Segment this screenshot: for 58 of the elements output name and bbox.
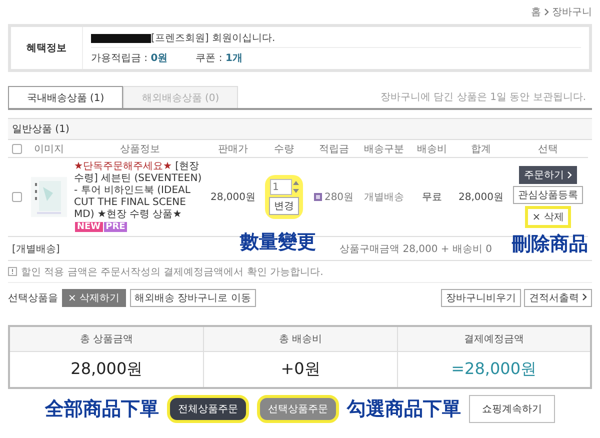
total-cell: 28,000원 [454, 158, 508, 237]
shipping-type-cell: 개별배송 [358, 158, 410, 237]
benefit-label: 혜택정보 [11, 27, 83, 69]
quantity-field[interactable]: 1 [270, 179, 292, 195]
chevron-icon [544, 8, 549, 16]
summary-value: =28,000원 [396, 352, 590, 387]
points-icon [314, 193, 322, 201]
column-header: 배송구분 [358, 140, 410, 158]
product-badge: PRE [104, 222, 128, 232]
summary-value: +0원 [203, 352, 397, 387]
selected-label: 선택상품을 [8, 292, 58, 305]
coupon-info: 쿠폰 : 1개 [196, 52, 242, 65]
info-icon [8, 267, 17, 276]
empty-cart-button[interactable]: 장바구니비우기 [440, 289, 521, 307]
column-header: 적립금 [310, 140, 358, 158]
column-header: 이미지 [26, 140, 72, 158]
column-header: 수량 [258, 140, 310, 158]
delete-button[interactable]: × 삭제 [525, 206, 571, 228]
order-action-button[interactable]: 쇼핑계속하기 [469, 395, 555, 423]
chevron-icon [582, 293, 587, 301]
notice-text: 할인 적용 금액은 주문서작성의 결제예정금액에서 확인 가능합니다. [21, 266, 324, 278]
column-header: 합계 [454, 140, 508, 158]
summary-header: 총 상품금액 [10, 327, 204, 352]
redaction-bar [91, 34, 151, 43]
chevron-icon [567, 171, 572, 179]
column-header: 배송비 [410, 140, 454, 158]
group-label: [개별배송] [12, 242, 60, 256]
breadcrumb-link[interactable]: 홈 [531, 5, 541, 19]
shipping-tab[interactable]: 국내배송상품 (1) [8, 86, 123, 108]
column-header: 판매가 [208, 140, 258, 158]
product-badge: NEW [75, 222, 103, 232]
group-sum: 상품구매금액 28,000 + 배송비 0 [340, 242, 492, 256]
summary-header: 총 배송비 [203, 327, 397, 352]
section-title: 일반상품 (1) [8, 118, 592, 140]
storage-note: 장바구니에 담긴 상품은 1일 동안 보관됩니다. [380, 91, 587, 104]
annotation-text: 全部商品下單 [45, 397, 159, 422]
order-action-button[interactable]: 선택상품주문 [257, 395, 339, 423]
wishlist-button[interactable]: 관심상품등록 [513, 186, 583, 204]
product-name[interactable]: ★단독주문해주세요★ [현장수령] 세븐틴 (SEVENTEEN) - 투어 비하인드북 (IDEAL CUT THE FINAL SCENE MD) ★현장 수령 상품★ NEW PRE [72, 158, 208, 237]
points-cell-text: 280원 [324, 191, 354, 204]
select-all-checkbox[interactable] [12, 144, 22, 154]
breadcrumb-current: 장바구니 [552, 6, 592, 19]
row-checkbox[interactable] [12, 192, 22, 202]
delete-selected-button[interactable]: × 삭제하기 [62, 289, 126, 307]
annotation-text: 刪除商品 [512, 232, 588, 257]
annotation-text: 勾選商品下單 [347, 397, 461, 422]
change-button[interactable]: 변경 [269, 197, 299, 215]
column-header: 선택 [508, 140, 588, 158]
shipping-fee-cell: 무료 [410, 158, 454, 237]
summary-header: 결제예정금액 [396, 327, 590, 352]
member-text: [프렌즈회원] 회원이십니다. [151, 32, 276, 46]
order-button[interactable]: 주문하기 [519, 166, 577, 184]
summary-value: 28,000원 [70, 358, 144, 380]
points-info: 가용적립금 : 0원 [91, 52, 168, 65]
order-action-button[interactable]: 전체상품주문 [167, 395, 249, 423]
column-header: 상품정보 [72, 140, 208, 158]
quote-button[interactable]: 견적서출력 [524, 289, 592, 307]
move-button[interactable]: 해외배송 장바구니로 이동 [130, 289, 256, 307]
